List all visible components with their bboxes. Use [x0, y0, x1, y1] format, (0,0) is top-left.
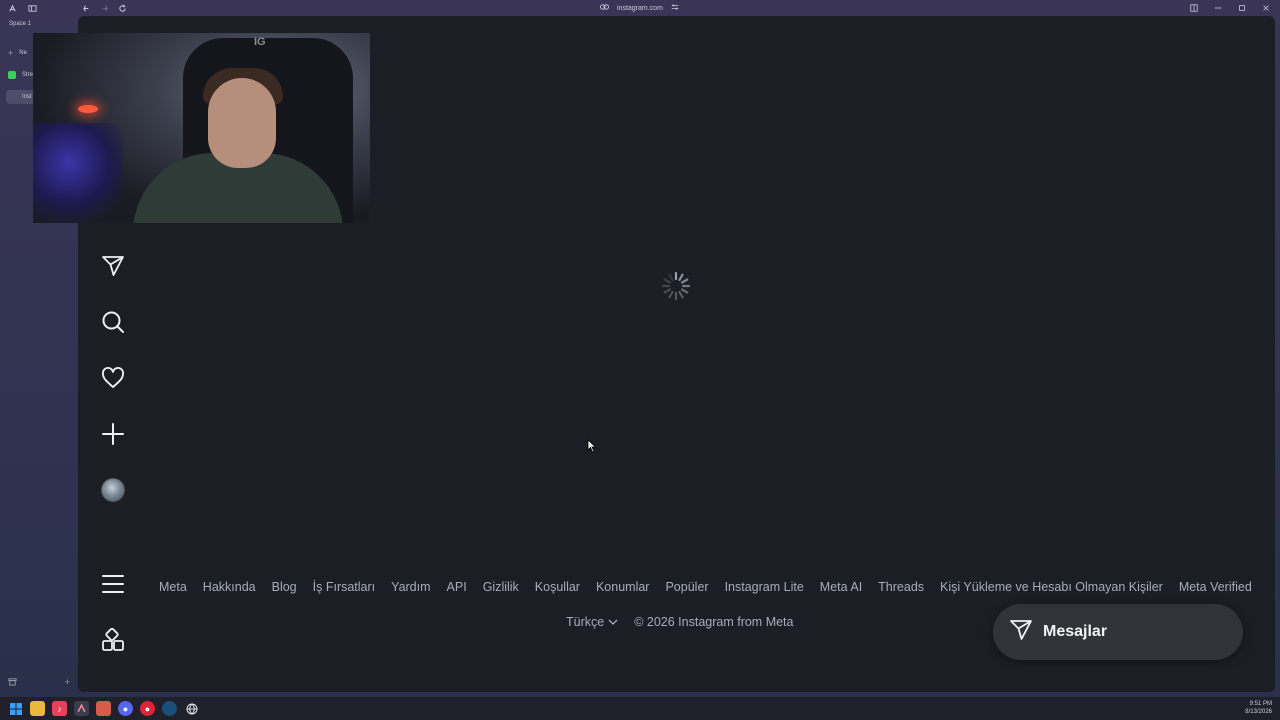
- system-clock[interactable]: 9:51 PM 8/13/2026: [1245, 700, 1272, 716]
- globe-icon[interactable]: [184, 701, 199, 716]
- reload-icon[interactable]: [116, 2, 128, 14]
- plus-icon: +: [8, 48, 14, 58]
- new-tab-row[interactable]: + Ne: [8, 46, 27, 60]
- heart-icon[interactable]: [100, 365, 126, 391]
- space-label: Space 1: [9, 21, 32, 27]
- footer-link[interactable]: Meta AI: [820, 580, 862, 594]
- loading-spinner-icon: [660, 270, 692, 302]
- mouse-cursor-icon: [587, 439, 597, 453]
- restore-icon[interactable]: [1236, 2, 1248, 14]
- messages-button[interactable]: Mesajlar: [993, 604, 1243, 660]
- webcam-overlay: IG: [33, 33, 370, 223]
- arc-browser-icon[interactable]: [74, 701, 89, 716]
- language-selector[interactable]: Türkçe: [566, 615, 618, 629]
- chair-logo: IG: [254, 36, 266, 48]
- direct-send-icon[interactable]: [100, 253, 126, 279]
- browser-toolbar: instagram.com: [0, 0, 1280, 16]
- clock-date: 8/13/2026: [1245, 709, 1272, 715]
- apps-icon[interactable]: [100, 627, 126, 653]
- archive-icon[interactable]: [8, 677, 17, 688]
- footer-links: Meta Hakkında Blog İş Fırsatları Yardım …: [159, 580, 1268, 594]
- minimize-icon[interactable]: [1212, 2, 1224, 14]
- footer-link[interactable]: Koşullar: [535, 580, 580, 594]
- footer-link[interactable]: Instagram Lite: [725, 580, 804, 594]
- recording-app-icon[interactable]: ●: [140, 701, 155, 716]
- footer-link[interactable]: Hakkında: [203, 580, 256, 594]
- sidebar-toggle-icon[interactable]: [26, 2, 38, 14]
- site-settings-icon[interactable]: [671, 3, 679, 13]
- sidebar-item-label: Inst: [22, 94, 32, 100]
- copyright-text: © 2026 Instagram from Meta: [634, 615, 794, 629]
- link-icon[interactable]: [600, 4, 609, 12]
- close-icon[interactable]: [1260, 2, 1272, 14]
- footer-link[interactable]: Yardım: [391, 580, 430, 594]
- create-plus-icon[interactable]: [100, 421, 126, 447]
- file-explorer-icon[interactable]: [30, 701, 45, 716]
- sidebar-tab-stream[interactable]: Stre: [8, 68, 33, 82]
- footer-link[interactable]: Blog: [272, 580, 297, 594]
- url-text[interactable]: instagram.com: [617, 5, 663, 12]
- footer-link[interactable]: Gizlilik: [483, 580, 519, 594]
- calendar-icon[interactable]: [96, 701, 111, 716]
- sidebar-item-label: Stre: [22, 72, 34, 78]
- footer-link[interactable]: Kişi Yükleme ve Hesabı Olmayan Kişiler: [940, 580, 1163, 594]
- back-icon[interactable]: [80, 2, 92, 14]
- sidebar-item-label: Ne: [19, 50, 27, 56]
- steam-icon[interactable]: [162, 701, 177, 716]
- windows-taskbar: ♪ ● ● 9:51 PM 8/13/2026: [0, 697, 1280, 720]
- menu-icon[interactable]: [100, 571, 126, 597]
- search-icon[interactable]: [100, 309, 126, 335]
- footer-bottom: Türkçe © 2026 Instagram from Meta: [566, 615, 793, 629]
- stream-favicon: [8, 71, 16, 79]
- forward-icon[interactable]: [98, 2, 110, 14]
- profile-avatar[interactable]: [100, 477, 126, 503]
- language-label: Türkçe: [566, 615, 605, 629]
- avatar: [101, 478, 125, 502]
- footer-link[interactable]: Meta: [159, 580, 187, 594]
- direct-send-icon: [1009, 618, 1033, 647]
- messages-label: Mesajlar: [1043, 623, 1108, 640]
- split-view-icon[interactable]: [1188, 2, 1200, 14]
- footer-link[interactable]: API: [447, 580, 467, 594]
- arc-menu-icon[interactable]: [6, 2, 18, 14]
- discord-icon[interactable]: ●: [118, 701, 133, 716]
- music-app-icon[interactable]: ♪: [52, 701, 67, 716]
- clock-time: 9:51 PM: [1249, 701, 1272, 707]
- chevron-down-icon: [608, 615, 618, 629]
- footer-link[interactable]: Threads: [878, 580, 924, 594]
- windows-start-icon[interactable]: [8, 701, 23, 716]
- footer-link[interactable]: Popüler: [665, 580, 708, 594]
- footer-link[interactable]: İş Fırsatları: [313, 580, 376, 594]
- footer-link[interactable]: Konumlar: [596, 580, 650, 594]
- add-space-icon[interactable]: +: [65, 677, 70, 688]
- footer-link[interactable]: Meta Verified: [1179, 580, 1252, 594]
